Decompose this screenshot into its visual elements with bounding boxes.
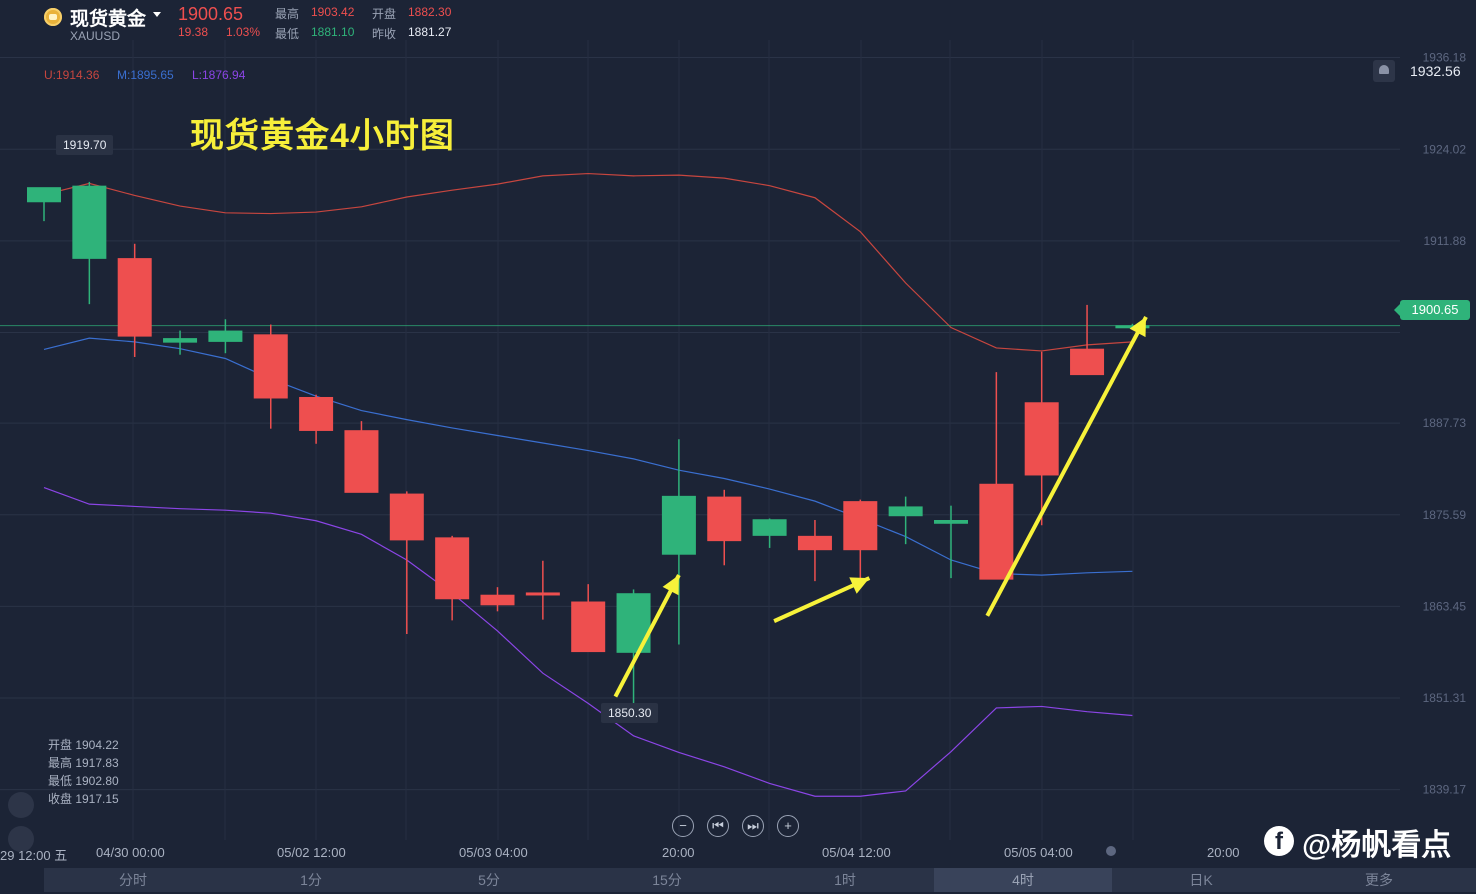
tab-more[interactable]: 更多 [1290,868,1468,892]
candle-body [389,493,424,541]
candle-body [208,330,243,342]
price-change-pct: 1.03% [226,25,261,39]
candle-body [707,496,742,542]
hover-close: 收盘 1917.15 [48,792,119,806]
y-tick-label: 1887.73 [1423,416,1467,430]
quote-header: 现货黄金 XAUUSD 1900.65 19.38 1.03% 最高 1903.… [0,0,1476,44]
candle-body [1024,402,1059,476]
hover-low: 最低 1902.80 [48,774,119,788]
candle-body [979,483,1014,580]
open-value: 1882.30 [408,5,452,19]
y-tick-label: 1911.88 [1424,234,1467,248]
hover-high: 最高 1917.83 [48,756,119,770]
candle-body [163,338,198,343]
chevron-down-icon[interactable] [153,12,161,17]
candle-body [888,506,923,517]
x-axis-label: 20:00 [1207,845,1240,860]
y-tick-label: 1875.59 [1423,508,1467,522]
x-axis-label: 04/30 00:00 [96,845,165,860]
low-label: 最低 [275,27,300,41]
instrument-symbol: XAUUSD [70,29,121,43]
candle-body [72,185,107,259]
high-marker: 1919.70 [56,135,114,155]
bollinger-upper: U:1914.36 [44,68,100,82]
prev-close-value: 1881.27 [408,25,452,39]
tab-daily[interactable]: 日K [1112,868,1290,892]
bell-icon[interactable] [1373,60,1395,82]
tab-5min[interactable]: 5分 [400,868,578,892]
arrow-annotation [985,316,1148,617]
x-axis-label: 05/05 04:00 [1004,845,1073,860]
candle-body [27,187,61,203]
step-back-button[interactable]: ⏮ [707,815,729,837]
gold-coin-icon [44,8,62,26]
chart-caption: 现货黄金4小时图 [190,117,455,155]
alert-price: 1932.56 [1410,63,1461,79]
step-forward-button[interactable]: ⏭ [742,815,764,837]
tab-timeshare[interactable]: 分时 [44,868,222,892]
watermark: @杨帆看点 [1302,829,1452,862]
tab-1hour[interactable]: 1时 [756,868,934,892]
tab-15min[interactable]: 15分 [578,868,756,892]
candle-body [299,396,334,431]
bollinger-lower: L:1876.94 [192,68,246,82]
candle-body [661,495,696,555]
high-label: 最高 [275,7,300,21]
low-marker: 1850.30 [601,703,659,723]
candle-body [616,593,651,653]
instrument-title[interactable]: 现货黄金 [70,4,146,31]
hover-open: 开盘 1904.22 [48,738,119,752]
price-change: 19.38 [178,25,209,39]
chart-app: 1936.18 1924.02 1911.88 1887.73 1875.59 1863.… [0,0,1476,894]
high-value: 1903.42 [311,5,355,19]
low-value: 1881.10 [311,25,355,39]
open-label: 开盘 [372,7,397,21]
candle-body [253,334,288,399]
candle-body [934,520,968,524]
last-price: 1900.65 [178,4,244,24]
x-axis-label: 05/02 12:00 [277,845,346,860]
candle-body [843,501,878,551]
scroll-indicator-dot [1106,846,1116,856]
x-axis-label: 05/03 04:00 [459,845,528,860]
x-axis-label: 05/04 12:00 [822,845,891,860]
zoom-out-button[interactable]: − [672,815,694,837]
tab-1min[interactable]: 1分 [222,868,400,892]
zoom-in-button[interactable]: + [777,815,799,837]
candle-body [344,430,379,493]
facebook-icon: f [1264,826,1294,856]
tab-4hour[interactable]: 4时 [934,868,1112,892]
candle-body [435,537,470,600]
candle-body [1070,348,1105,376]
candle-body [117,258,152,337]
candle-body [797,535,832,551]
x-axis-label: 20:00 [662,845,695,860]
y-tick-label: 1924.02 [1423,142,1467,156]
x-axis-label: 29 12:00 五 [0,848,68,863]
candle-body [752,519,787,536]
y-tick-label: 1839.17 [1423,783,1467,797]
candle-body [525,592,560,596]
prev-close-label: 昨收 [372,27,397,41]
current-price-tag: 1900.65 [1394,300,1470,320]
indicator-icon[interactable] [8,792,34,818]
candle-body [480,594,515,606]
y-tick-label: 1863.45 [1423,599,1467,613]
y-tick-label: 1851.31 [1423,691,1467,705]
bollinger-middle: M:1895.65 [117,68,174,82]
candle-body [571,601,606,653]
